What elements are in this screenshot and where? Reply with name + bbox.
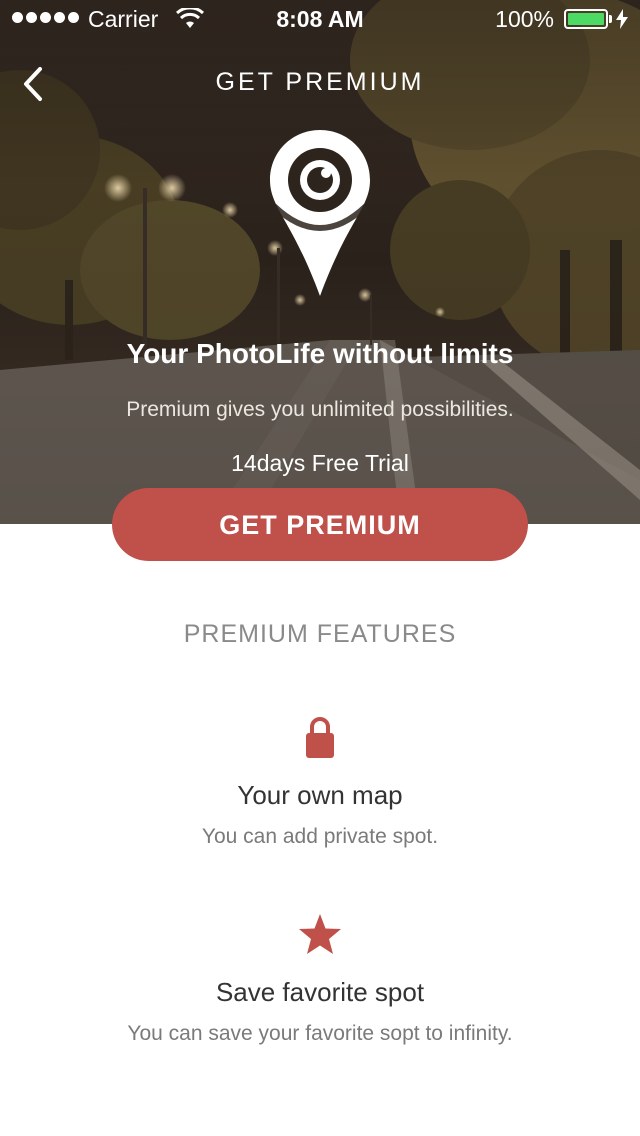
map-pin-eye-icon [270,130,370,296]
battery-icon [564,9,608,29]
get-premium-button[interactable]: GET PREMIUM [112,488,528,561]
free-trial-label: 14days Free Trial [231,450,409,476]
hero-title: Your PhotoLife without limits [126,338,514,369]
lock-icon [306,717,334,758]
feature-description: You can add private spot. [201,825,439,848]
hero-subtitle: Premium gives you unlimited possibilitie… [126,398,514,421]
status-bar: Carrier 8:08 AM 100% [0,0,640,40]
battery-tip [609,15,612,23]
feature-description: You can save your favorite sopt to infin… [127,1022,513,1045]
star-icon [299,914,341,954]
battery-percentage: 100% [495,6,554,32]
feature-item: Save favorite spot You can save your fav… [0,913,640,1046]
feature-item: Your own map You can add private spot. [0,716,640,849]
premium-features-heading: PREMIUM FEATURES [183,620,457,648]
feature-title: Your own map [237,780,403,810]
charging-bolt-icon [616,9,628,29]
page-title: GET PREMIUM [215,68,425,96]
battery-level [568,13,604,25]
feature-title: Save favorite spot [215,977,425,1007]
